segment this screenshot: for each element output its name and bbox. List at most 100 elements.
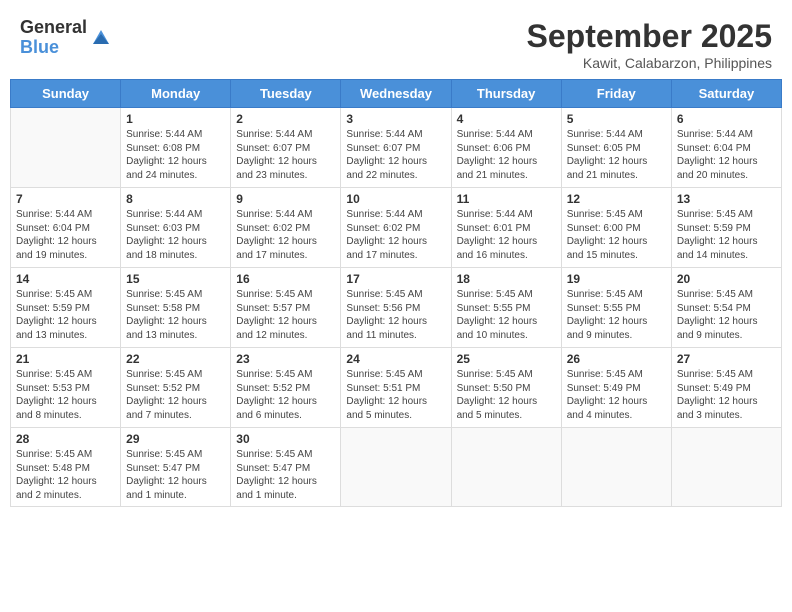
day-number: 25 xyxy=(457,352,556,366)
calendar-cell: 22 Sunrise: 5:45 AMSunset: 5:52 PMDayligh… xyxy=(121,348,231,428)
day-number: 14 xyxy=(16,272,115,286)
day-info: Sunrise: 5:45 AMSunset: 6:00 PMDaylight:… xyxy=(567,208,666,262)
calendar-cell: 6 Sunrise: 5:44 AMSunset: 6:04 PMDaylight… xyxy=(671,108,781,188)
calendar-cell: 24 Sunrise: 5:45 AMSunset: 5:51 PMDayligh… xyxy=(341,348,451,428)
month-title: September 2025 xyxy=(527,18,772,55)
day-info: Sunrise: 5:44 AMSunset: 6:07 PMDaylight:… xyxy=(346,128,445,182)
day-info: Sunrise: 5:45 AMSunset: 5:49 PMDaylight:… xyxy=(677,368,776,422)
day-number: 11 xyxy=(457,192,556,206)
day-number: 29 xyxy=(126,432,225,446)
day-number: 2 xyxy=(236,112,335,126)
day-number: 6 xyxy=(677,112,776,126)
calendar-cell: 14 Sunrise: 5:45 AMSunset: 5:59 PMDayligh… xyxy=(11,268,121,348)
day-number: 21 xyxy=(16,352,115,366)
calendar-cell: 20 Sunrise: 5:45 AMSunset: 5:54 PMDayligh… xyxy=(671,268,781,348)
day-number: 22 xyxy=(126,352,225,366)
calendar-table: SundayMondayTuesdayWednesdayThursdayFrid… xyxy=(10,79,782,507)
day-info: Sunrise: 5:45 AMSunset: 5:55 PMDaylight:… xyxy=(567,288,666,342)
day-info: Sunrise: 5:45 AMSunset: 5:51 PMDaylight:… xyxy=(346,368,445,422)
logo-icon xyxy=(89,26,113,50)
day-number: 5 xyxy=(567,112,666,126)
calendar-cell: 26 Sunrise: 5:45 AMSunset: 5:49 PMDayligh… xyxy=(561,348,671,428)
calendar-cell: 16 Sunrise: 5:45 AMSunset: 5:57 PMDayligh… xyxy=(231,268,341,348)
calendar-cell: 21 Sunrise: 5:45 AMSunset: 5:53 PMDayligh… xyxy=(11,348,121,428)
day-info: Sunrise: 5:44 AMSunset: 6:08 PMDaylight:… xyxy=(126,128,225,182)
day-info: Sunrise: 5:45 AMSunset: 5:59 PMDaylight:… xyxy=(16,288,115,342)
day-number: 9 xyxy=(236,192,335,206)
day-number: 24 xyxy=(346,352,445,366)
calendar-cell: 5Sunrise: 5:44 AMSunset: 6:05 PMDaylight… xyxy=(561,108,671,188)
day-info: Sunrise: 5:45 AMSunset: 5:52 PMDaylight:… xyxy=(236,368,335,422)
day-number: 17 xyxy=(346,272,445,286)
day-info: Sunrise: 5:45 AMSunset: 5:53 PMDaylight:… xyxy=(16,368,115,422)
calendar-cell: 30 Sunrise: 5:45 AMSunset: 5:47 PMDayligh… xyxy=(231,428,341,507)
calendar-week-row: 1 Sunrise: 5:44 AMSunset: 6:08 PMDaylight… xyxy=(11,108,782,188)
calendar-cell: 28Sunrise: 5:45 AMSunset: 5:48 PMDayligh… xyxy=(11,428,121,507)
day-of-week-header: Sunday xyxy=(11,80,121,108)
day-number: 30 xyxy=(236,432,335,446)
day-of-week-header: Monday xyxy=(121,80,231,108)
day-info: Sunrise: 5:45 AMSunset: 5:54 PMDaylight:… xyxy=(677,288,776,342)
calendar-cell: 25 Sunrise: 5:45 AMSunset: 5:50 PMDayligh… xyxy=(451,348,561,428)
day-number: 7 xyxy=(16,192,115,206)
day-number: 16 xyxy=(236,272,335,286)
day-number: 3 xyxy=(346,112,445,126)
calendar-week-row: 21 Sunrise: 5:45 AMSunset: 5:53 PMDayligh… xyxy=(11,348,782,428)
calendar-header-row: SundayMondayTuesdayWednesdayThursdayFrid… xyxy=(11,80,782,108)
day-number: 1 xyxy=(126,112,225,126)
day-info: Sunrise: 5:44 AMSunset: 6:02 PMDaylight:… xyxy=(346,208,445,262)
day-number: 20 xyxy=(677,272,776,286)
day-info: Sunrise: 5:44 AMSunset: 6:03 PMDaylight:… xyxy=(126,208,225,262)
calendar-cell: 2Sunrise: 5:44 AMSunset: 6:07 PMDaylight… xyxy=(231,108,341,188)
calendar-cell: 23 Sunrise: 5:45 AMSunset: 5:52 PMDayligh… xyxy=(231,348,341,428)
day-info: Sunrise: 5:45 AMSunset: 5:47 PMDaylight:… xyxy=(126,448,225,502)
calendar-cell: 13Sunrise: 5:45 AMSunset: 5:59 PMDayligh… xyxy=(671,188,781,268)
calendar-cell: 19 Sunrise: 5:45 AMSunset: 5:55 PMDayligh… xyxy=(561,268,671,348)
day-number: 4 xyxy=(457,112,556,126)
calendar-cell xyxy=(11,108,121,188)
calendar-cell: 18 Sunrise: 5:45 AMSunset: 5:55 PMDayligh… xyxy=(451,268,561,348)
day-info: Sunrise: 5:45 AMSunset: 5:58 PMDaylight:… xyxy=(126,288,225,342)
day-info: Sunrise: 5:45 AMSunset: 5:52 PMDaylight:… xyxy=(126,368,225,422)
calendar-cell: 1 Sunrise: 5:44 AMSunset: 6:08 PMDaylight… xyxy=(121,108,231,188)
calendar-week-row: 7 Sunrise: 5:44 AMSunset: 6:04 PMDaylight… xyxy=(11,188,782,268)
day-info: Sunrise: 5:45 AMSunset: 5:47 PMDaylight:… xyxy=(236,448,335,502)
calendar-cell: 3 Sunrise: 5:44 AMSunset: 6:07 PMDaylight… xyxy=(341,108,451,188)
calendar-cell: 29 Sunrise: 5:45 AMSunset: 5:47 PMDayligh… xyxy=(121,428,231,507)
calendar-cell xyxy=(341,428,451,507)
day-number: 18 xyxy=(457,272,556,286)
day-number: 23 xyxy=(236,352,335,366)
calendar-cell: 8Sunrise: 5:44 AMSunset: 6:03 PMDaylight… xyxy=(121,188,231,268)
day-info: Sunrise: 5:45 AMSunset: 5:50 PMDaylight:… xyxy=(457,368,556,422)
day-info: Sunrise: 5:45 AMSunset: 5:48 PMDaylight:… xyxy=(16,448,115,502)
day-number: 12 xyxy=(567,192,666,206)
day-info: Sunrise: 5:45 AMSunset: 5:59 PMDaylight:… xyxy=(677,208,776,262)
calendar-cell xyxy=(671,428,781,507)
day-of-week-header: Wednesday xyxy=(341,80,451,108)
page-header: General Blue September 2025 Kawit, Calab… xyxy=(10,10,782,75)
day-of-week-header: Tuesday xyxy=(231,80,341,108)
calendar-cell: 27Sunrise: 5:45 AMSunset: 5:49 PMDayligh… xyxy=(671,348,781,428)
calendar-cell xyxy=(561,428,671,507)
location: Kawit, Calabarzon, Philippines xyxy=(527,55,772,71)
logo: General Blue xyxy=(20,18,113,58)
day-info: Sunrise: 5:44 AMSunset: 6:04 PMDaylight:… xyxy=(16,208,115,262)
calendar-cell: 4 Sunrise: 5:44 AMSunset: 6:06 PMDaylight… xyxy=(451,108,561,188)
day-info: Sunrise: 5:44 AMSunset: 6:06 PMDaylight:… xyxy=(457,128,556,182)
title-block: September 2025 Kawit, Calabarzon, Philip… xyxy=(527,18,772,71)
day-info: Sunrise: 5:45 AMSunset: 5:56 PMDaylight:… xyxy=(346,288,445,342)
day-info: Sunrise: 5:45 AMSunset: 5:57 PMDaylight:… xyxy=(236,288,335,342)
day-info: Sunrise: 5:44 AMSunset: 6:01 PMDaylight:… xyxy=(457,208,556,262)
calendar-cell: 7 Sunrise: 5:44 AMSunset: 6:04 PMDaylight… xyxy=(11,188,121,268)
day-of-week-header: Friday xyxy=(561,80,671,108)
day-info: Sunrise: 5:44 AMSunset: 6:04 PMDaylight:… xyxy=(677,128,776,182)
calendar-week-row: 28Sunrise: 5:45 AMSunset: 5:48 PMDayligh… xyxy=(11,428,782,507)
day-info: Sunrise: 5:45 AMSunset: 5:49 PMDaylight:… xyxy=(567,368,666,422)
day-of-week-header: Thursday xyxy=(451,80,561,108)
day-number: 26 xyxy=(567,352,666,366)
day-info: Sunrise: 5:45 AMSunset: 5:55 PMDaylight:… xyxy=(457,288,556,342)
calendar-cell: 10 Sunrise: 5:44 AMSunset: 6:02 PMDayligh… xyxy=(341,188,451,268)
calendar-cell: 15Sunrise: 5:45 AMSunset: 5:58 PMDayligh… xyxy=(121,268,231,348)
day-number: 10 xyxy=(346,192,445,206)
day-number: 19 xyxy=(567,272,666,286)
